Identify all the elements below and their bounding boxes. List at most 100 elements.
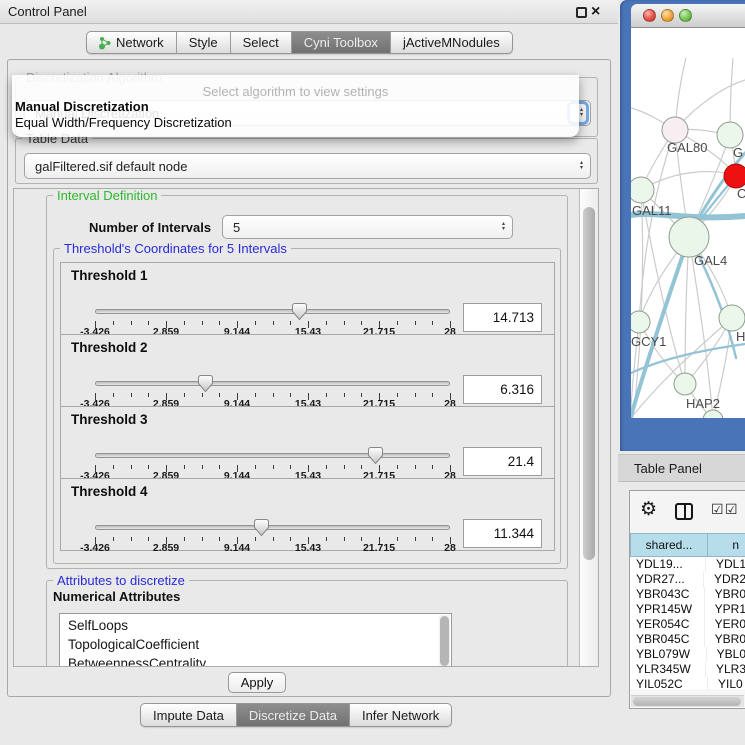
panel-title: Control Panel (8, 0, 87, 24)
cell-name[interactable]: YPR1 (705, 602, 745, 617)
cell-shared-name[interactable]: YLR345W (630, 662, 706, 677)
zoom-traffic-light-icon[interactable] (679, 9, 692, 22)
group-title: Interval Definition (53, 188, 161, 203)
cell-shared-name[interactable]: YBR045C (630, 632, 705, 647)
attribute-list-item[interactable]: SelfLoops (60, 616, 451, 635)
bottom-tab-bar: Impute Data Discretize Data Infer Networ… (140, 703, 452, 727)
cell-shared-name[interactable]: YBR043C (630, 587, 705, 602)
table-row[interactable]: YBR043CYBR0 (630, 587, 745, 602)
float-window-icon[interactable] (576, 7, 587, 18)
combobox-value: 5 (233, 216, 240, 238)
threshold-2-panel: Threshold 2 6.316 -3.4262.8599.14415.432… (60, 334, 555, 407)
attribute-list-item[interactable]: TopologicalCoefficient (60, 635, 451, 654)
minimize-traffic-light-icon[interactable] (661, 9, 674, 22)
threshold-4-slider-track[interactable] (95, 525, 450, 530)
number-of-intervals-combobox[interactable]: 5 ▴▾ (222, 215, 513, 239)
slider-tick-label: -3.426 (67, 542, 123, 554)
tab-network[interactable]: Network (87, 32, 176, 53)
threshold-4-slider-thumb[interactable] (254, 519, 269, 536)
combobox-value: galFiltered.sif default node (35, 154, 187, 178)
cell-shared-name[interactable]: YPR145W (630, 602, 705, 617)
numerical-attributes-list[interactable]: SelfLoopsTopologicalCoefficientBetweenne… (59, 613, 452, 667)
interval-definition-group: Interval Definition Number of Intervals … (46, 195, 568, 569)
network-node-c[interactable] (724, 164, 745, 188)
cell-shared-name[interactable]: YER054C (630, 617, 705, 632)
cell-name[interactable]: YBR0 (705, 632, 745, 647)
node-label: GAL11 (632, 203, 672, 218)
slider-tick (184, 465, 185, 469)
tab-impute-data[interactable]: Impute Data (141, 704, 236, 726)
table-row[interactable]: YBL079WYBL0 (630, 647, 745, 662)
settings-scrollbar-thumb[interactable] (583, 207, 595, 560)
node-label: GCY1 (631, 334, 666, 349)
table-row[interactable]: YLR345WYLR3 (630, 662, 745, 677)
network-canvas[interactable]: GAL80GCGAL11GAL4GCY1HHAP2 (631, 28, 745, 418)
algorithm-dropdown-popup: Select algorithm to view settings Manual… (12, 75, 579, 137)
threshold-1-slider-thumb[interactable] (292, 303, 307, 320)
tab-cyni-toolbox[interactable]: Cyni Toolbox (291, 32, 390, 53)
cell-name[interactable]: YLR3 (706, 662, 745, 677)
settings-scroll-area: Interval Definition Number of Intervals … (13, 188, 599, 667)
scrollbar-thumb[interactable] (633, 697, 741, 706)
apply-button[interactable]: Apply (228, 672, 286, 693)
slider-tick (326, 537, 327, 541)
column-header-shared[interactable]: shared... (630, 533, 708, 557)
cell-name[interactable]: YBL0 (707, 647, 745, 662)
threshold-3-slider-thumb[interactable] (368, 447, 383, 464)
network-node-gal4[interactable] (669, 217, 709, 257)
threshold-3-slider-track[interactable] (95, 453, 450, 458)
checkbox-icon[interactable]: ☑ (711, 501, 724, 518)
network-node-h[interactable] (719, 305, 745, 331)
tab-style[interactable]: Style (176, 32, 230, 53)
threshold-2-slider-thumb[interactable] (198, 375, 213, 392)
list-scrollbar[interactable] (439, 615, 450, 667)
tab-discretize-data[interactable]: Discretize Data (236, 704, 349, 726)
table-row[interactable]: YDL19...YDL1 (630, 557, 745, 572)
table-horizontal-scrollbar[interactable] (631, 695, 744, 707)
close-icon[interactable]: × (591, 1, 600, 23)
table-row[interactable]: YER054CYER0 (630, 617, 745, 632)
cell-shared-name[interactable]: YDR27... (630, 572, 704, 587)
cell-name[interactable]: YDL1 (706, 557, 745, 572)
cell-name[interactable]: YER0 (705, 617, 745, 632)
threshold-1-slider-track[interactable] (95, 309, 450, 314)
cell-name[interactable]: YDR2 (704, 572, 745, 587)
attribute-list-item[interactable]: BetweennessCentrality (60, 654, 451, 667)
slider-tick (273, 465, 274, 469)
table-data-combobox[interactable]: galFiltered.sif default node ▴▾ (24, 153, 591, 179)
close-traffic-light-icon[interactable] (643, 9, 656, 22)
gear-icon[interactable]: ⚙ (640, 498, 657, 521)
popup-item-manual-discretization[interactable]: Manual Discretization (12, 99, 579, 115)
node-label: G (733, 145, 743, 160)
network-node-hap2[interactable] (674, 373, 696, 395)
thresholds-group: Threshold's Coordinates for 5 Intervals … (53, 248, 561, 564)
tab-select[interactable]: Select (230, 32, 291, 53)
columns-icon[interactable] (675, 503, 693, 520)
node-label: H (736, 329, 745, 344)
checkbox-icon[interactable]: ☑ (725, 501, 738, 518)
network-node-gal11[interactable] (631, 177, 654, 203)
cell-name[interactable]: YIL0 (708, 677, 745, 689)
table-row[interactable]: YPR145WYPR1 (630, 602, 745, 617)
tab-jactivemnodules[interactable]: jActiveMNodules (390, 32, 512, 53)
table-row[interactable]: YIL052CYIL0 (630, 677, 745, 689)
tab-infer-network[interactable]: Infer Network (349, 704, 451, 726)
threshold-2-slider-track[interactable] (95, 381, 450, 386)
table-row[interactable]: YBR045CYBR0 (630, 632, 745, 647)
tab-label: Discretize Data (249, 708, 337, 723)
list-scrollbar-thumb[interactable] (440, 616, 449, 666)
table-body: YDL19...YDL1YDR27...YDR2YBR043CYBR0YPR14… (630, 557, 745, 689)
network-node-gcy1[interactable] (631, 311, 650, 333)
cell-name[interactable]: YBR0 (705, 587, 745, 602)
cell-shared-name[interactable]: YIL052C (630, 677, 708, 689)
popup-item-equal-width-frequency[interactable]: Equal Width/Frequency Discretization (12, 115, 579, 131)
cell-shared-name[interactable]: YBL079W (630, 647, 707, 662)
table-row[interactable]: YDR27...YDR2 (630, 572, 745, 587)
slider-tick (273, 321, 274, 325)
settings-scrollbar[interactable] (579, 189, 598, 666)
network-window-titlebar[interactable] (631, 4, 745, 28)
column-header-name[interactable]: n (708, 533, 745, 557)
slider-tick (113, 393, 114, 397)
cell-shared-name[interactable]: YDL19... (630, 557, 706, 572)
slider-tick-label: 15.43 (280, 542, 336, 554)
